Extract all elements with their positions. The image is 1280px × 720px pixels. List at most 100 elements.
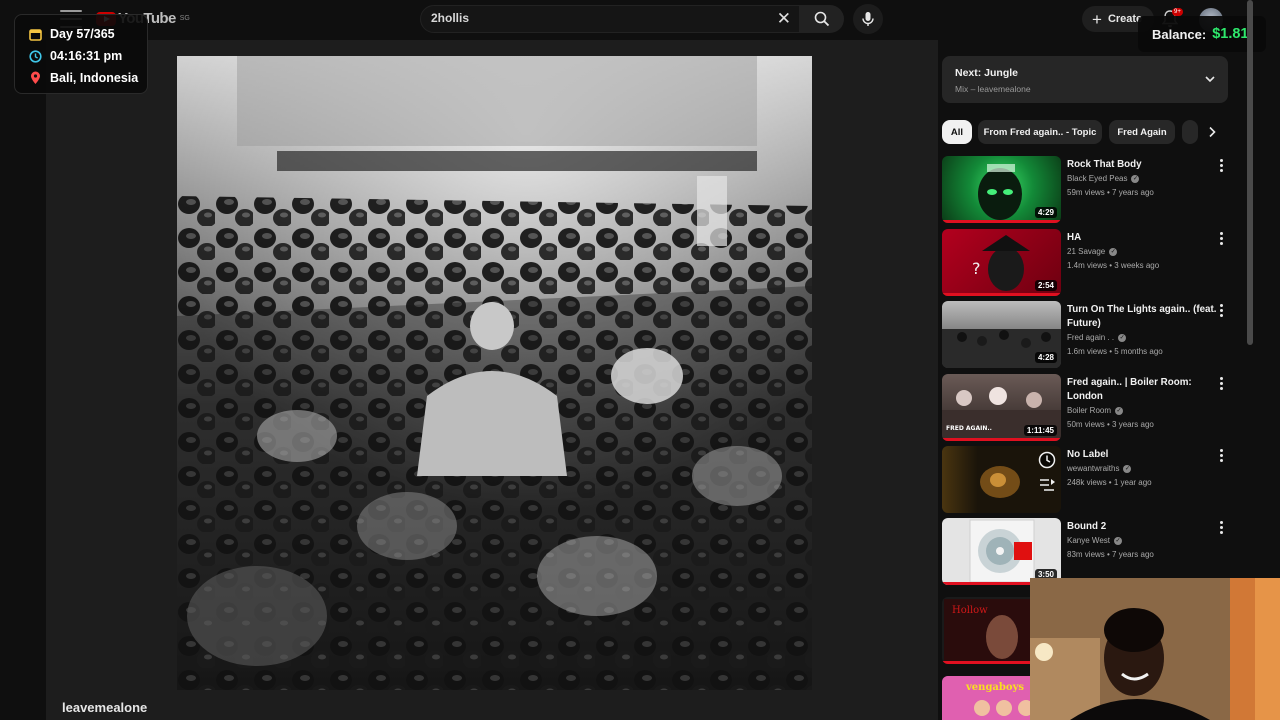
related-video[interactable]: ? 2:54 HA 21 Savage ✓ 1.4m views • 3 week… bbox=[942, 229, 1232, 297]
video-meta: 248k views • 1 year ago bbox=[1067, 478, 1152, 487]
clock-icon bbox=[29, 49, 42, 63]
stream-info-overlay: Day 57/365 04:16:31 pm Bali, Indonesia bbox=[14, 14, 148, 94]
verified-icon: ✓ bbox=[1115, 406, 1124, 415]
video-meta: 1.4m views • 3 weeks ago bbox=[1067, 261, 1160, 270]
webcam-image bbox=[1030, 578, 1280, 720]
video-channel-name: Kanye West bbox=[1067, 536, 1110, 545]
video-thumbnail[interactable] bbox=[942, 446, 1061, 513]
svg-text:?: ? bbox=[972, 259, 981, 278]
balance-label: Balance: bbox=[1152, 26, 1207, 42]
video-channel-name: 21 Savage bbox=[1067, 247, 1106, 256]
video-meta: 50m views • 3 years ago bbox=[1067, 420, 1154, 429]
video-title[interactable]: Rock That Body bbox=[1067, 158, 1217, 172]
video-title[interactable]: Turn On The Lights again.. (feat. Future… bbox=[1067, 303, 1217, 331]
video-title[interactable]: Bound 2 bbox=[1067, 520, 1217, 534]
add-to-queue-icon[interactable] bbox=[1038, 477, 1056, 493]
mic-icon bbox=[862, 12, 874, 26]
video-title[interactable]: Fred again.. | Boiler Room: London bbox=[1067, 376, 1217, 404]
video-duration: 4:29 bbox=[1034, 207, 1057, 218]
video-duration: 4:28 bbox=[1034, 352, 1057, 363]
video-thumbnail[interactable]: 4:28 bbox=[942, 301, 1061, 368]
up-next-subtitle: Mix – leavemealone bbox=[955, 84, 1031, 94]
video-meta: 83m views • 7 years ago bbox=[1067, 550, 1154, 559]
close-icon[interactable]: ✕ bbox=[777, 10, 791, 28]
webcam-feed bbox=[1030, 578, 1280, 720]
video-channel[interactable]: Kanye West ✓ bbox=[1067, 536, 1122, 545]
video-meta: 1.6m views • 5 months ago bbox=[1067, 347, 1163, 356]
video-channel-name: wewantwraiths bbox=[1067, 464, 1120, 473]
chip-all[interactable]: All bbox=[942, 120, 972, 144]
day-row: Day 57/365 bbox=[29, 23, 147, 45]
filter-chips: All From Fred again.. - Topic Fred Again bbox=[942, 120, 1228, 144]
more-actions-icon[interactable] bbox=[1220, 377, 1223, 390]
watch-progress-bar bbox=[942, 220, 1061, 223]
video-duration: 1:11:45 bbox=[1023, 425, 1057, 436]
chip-fred-again[interactable]: Fred Again bbox=[1109, 120, 1175, 144]
video-channel[interactable]: 21 Savage ✓ bbox=[1067, 247, 1118, 256]
chevron-right-icon[interactable] bbox=[1202, 122, 1222, 142]
related-video[interactable]: No Label wewantwraiths ✓ 248k views • 1 y… bbox=[942, 446, 1232, 514]
more-actions-icon[interactable] bbox=[1220, 304, 1223, 317]
verified-icon: ✓ bbox=[1118, 333, 1127, 342]
video-title[interactable]: No Label bbox=[1067, 448, 1217, 462]
time-row: 04:16:31 pm bbox=[29, 45, 147, 67]
location-row: Bali, Indonesia bbox=[29, 67, 147, 89]
more-actions-icon[interactable] bbox=[1220, 159, 1223, 172]
video-meta: 59m views • 7 years ago bbox=[1067, 188, 1154, 197]
verified-icon: ✓ bbox=[1109, 247, 1118, 256]
video-channel[interactable]: Boiler Room ✓ bbox=[1067, 406, 1124, 415]
up-next-title: Next: Jungle bbox=[955, 67, 1019, 79]
verified-icon: ✓ bbox=[1123, 464, 1132, 473]
related-video[interactable]: 4:28 Turn On The Lights again.. (feat. F… bbox=[942, 301, 1232, 369]
thumbnail-caption: FRED AGAIN.. bbox=[946, 425, 992, 432]
watch-later-icon[interactable] bbox=[1038, 451, 1056, 469]
video-player[interactable] bbox=[177, 56, 812, 690]
video-thumbnail[interactable]: ? 2:54 bbox=[942, 229, 1061, 296]
video-channel-name: Boiler Room bbox=[1067, 406, 1112, 415]
chip-more[interactable] bbox=[1182, 120, 1198, 144]
search-icon bbox=[814, 11, 830, 27]
balance-value: $1.81 bbox=[1212, 26, 1249, 42]
thumbnail-caption: Hollow bbox=[952, 605, 988, 616]
plus-icon: + bbox=[1092, 9, 1102, 29]
notification-badge: 9+ bbox=[1172, 8, 1183, 16]
search-button[interactable] bbox=[800, 5, 844, 33]
more-actions-icon[interactable] bbox=[1220, 521, 1223, 534]
video-channel-name: Fred again . . bbox=[1067, 333, 1115, 342]
channel-name[interactable]: leavemealone bbox=[62, 700, 147, 715]
watch-progress-bar bbox=[942, 438, 1061, 441]
related-video[interactable]: FRED AGAIN.. 1:11:45 Fred again.. | Boil… bbox=[942, 374, 1232, 442]
video-channel[interactable]: wewantwraiths ✓ bbox=[1067, 464, 1132, 473]
video-channel[interactable]: Black Eyed Peas ✓ bbox=[1067, 174, 1140, 183]
related-video[interactable]: 4:29 Rock That Body Black Eyed Peas ✓ 59m… bbox=[942, 156, 1232, 224]
day-counter: Day 57/365 bbox=[50, 27, 115, 41]
video-channel[interactable]: Fred again . . ✓ bbox=[1067, 333, 1127, 342]
verified-icon: ✓ bbox=[1131, 174, 1140, 183]
clock-time: 04:16:31 pm bbox=[50, 49, 123, 63]
video-thumbnail[interactable]: 4:29 bbox=[942, 156, 1061, 223]
chip-from-fred-again-topic[interactable]: From Fred again.. - Topic bbox=[978, 120, 1102, 144]
thumbnail-caption: vengaboys bbox=[965, 682, 1024, 693]
location-pin-icon bbox=[31, 71, 40, 84]
video-frame-crowd-image bbox=[177, 56, 812, 690]
video-duration: 2:54 bbox=[1034, 280, 1057, 291]
watch-progress-bar bbox=[942, 293, 1061, 296]
voice-search-button[interactable] bbox=[853, 4, 883, 34]
chevron-down-icon[interactable] bbox=[1204, 73, 1216, 85]
search-input[interactable] bbox=[431, 11, 771, 25]
more-actions-icon[interactable] bbox=[1220, 232, 1223, 245]
logo-country-code: SG bbox=[179, 15, 190, 22]
masthead: YouTube SG ✕ + Create 9+ bbox=[0, 0, 1280, 40]
related-video[interactable]: 3:50 Bound 2 Kanye West ✓ 83m views • 7 y… bbox=[942, 518, 1232, 586]
verified-icon: ✓ bbox=[1113, 536, 1122, 545]
more-actions-icon[interactable] bbox=[1220, 449, 1223, 462]
video-channel-name: Black Eyed Peas bbox=[1067, 174, 1128, 183]
calendar-icon bbox=[29, 28, 42, 41]
video-thumbnail[interactable]: 3:50 bbox=[942, 518, 1061, 585]
video-thumbnail[interactable]: FRED AGAIN.. 1:11:45 bbox=[942, 374, 1061, 441]
video-title[interactable]: HA bbox=[1067, 231, 1217, 245]
up-next-panel[interactable]: Next: Jungle Mix – leavemealone bbox=[942, 56, 1228, 103]
location-text: Bali, Indonesia bbox=[50, 71, 139, 85]
page-scrollbar[interactable] bbox=[1247, 0, 1253, 345]
search-bar: ✕ bbox=[420, 5, 800, 33]
